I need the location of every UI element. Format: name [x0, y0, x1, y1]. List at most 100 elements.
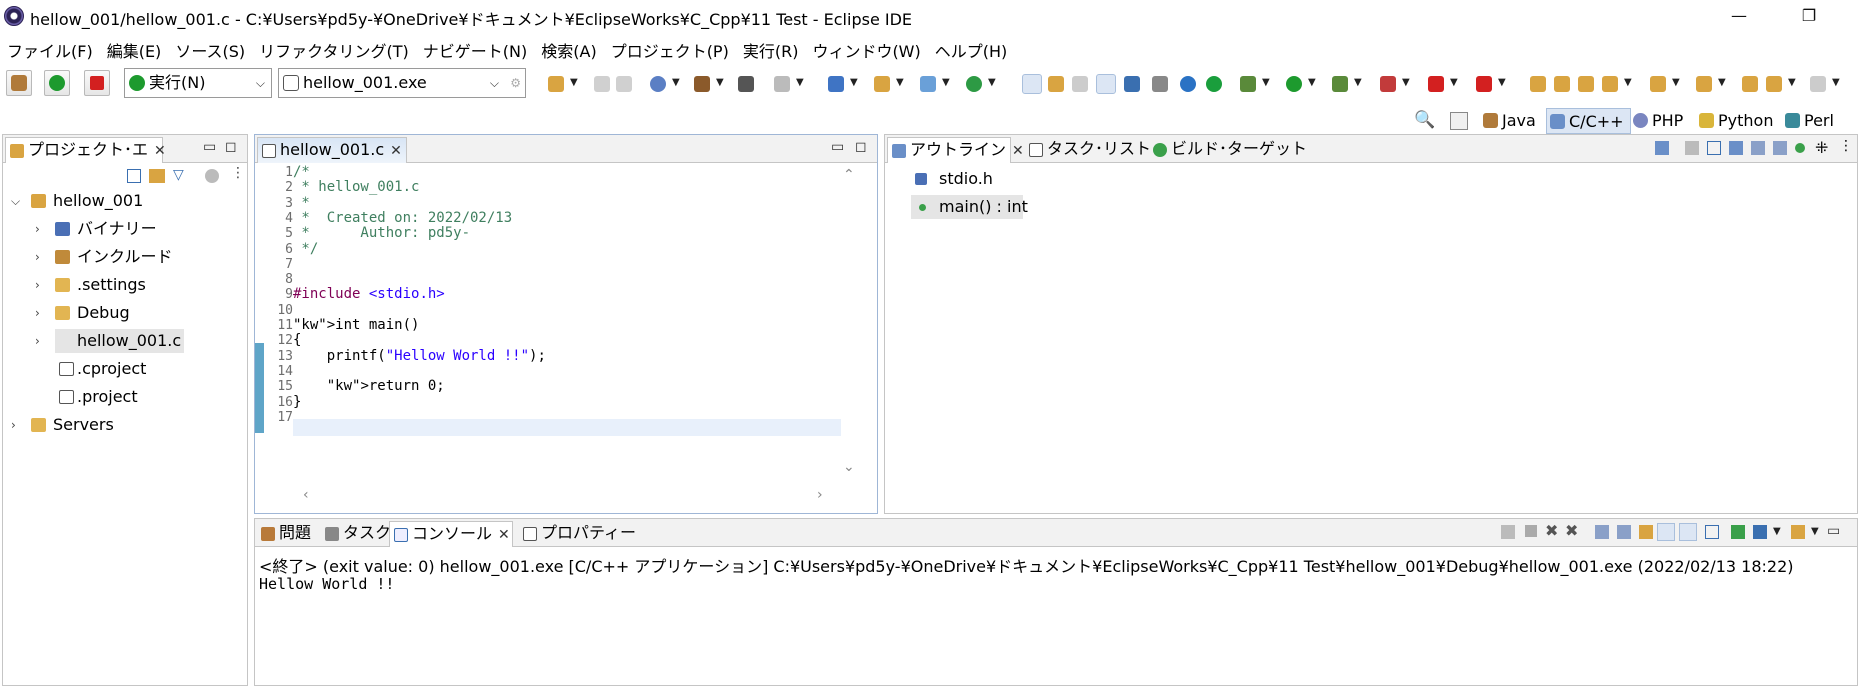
run-launch-button[interactable] [44, 70, 70, 96]
back-icon[interactable] [1766, 76, 1782, 92]
new-icon[interactable] [548, 76, 564, 92]
tree-item-hellow_001-c[interactable]: › hellow_001.c [3, 329, 247, 353]
menu-file[interactable]: ファイル(F) [0, 36, 100, 62]
hide-static-icon[interactable] [1729, 141, 1743, 155]
tab-hellow_001-c[interactable]: hellow_001.c ✕ [257, 137, 407, 163]
perspective-python[interactable]: Python [1696, 108, 1779, 134]
code-editor[interactable]: 1/* 2 * hellow_001.c 3 * 4 * Created on: 20… [255, 163, 877, 513]
remove-all-icon[interactable]: ✖ [1565, 521, 1578, 540]
open-console-icon[interactable] [1753, 525, 1767, 539]
outline-item-stdio[interactable]: stdio.h [885, 167, 1285, 191]
bug-icon[interactable] [1240, 76, 1256, 92]
gear-icon[interactable]: ⚙ [510, 69, 521, 97]
chevron-down-icon[interactable]: ▼ [1354, 77, 1362, 88]
pencil-icon[interactable] [1602, 76, 1618, 92]
chevron-down-icon[interactable]: ▼ [988, 77, 996, 88]
mark-occurrences-icon[interactable] [1022, 74, 1042, 94]
save-all-icon[interactable] [616, 76, 632, 92]
search-icon[interactable]: 🔍 [1414, 110, 1435, 130]
chevron-down-icon[interactable]: ▼ [1402, 77, 1410, 88]
chevron-down-icon[interactable]: ▼ [896, 77, 904, 88]
collapse-all-icon[interactable] [1707, 141, 1721, 155]
new-class-icon[interactable] [920, 76, 936, 92]
scroll-up-icon[interactable]: ⌃ [843, 167, 855, 183]
close-icon[interactable]: ✕ [498, 527, 510, 543]
pin-console-icon[interactable] [1705, 525, 1719, 539]
display-console-icon[interactable] [1731, 525, 1745, 539]
maximize-view-icon[interactable]: ◻ [225, 139, 237, 155]
perspective-java[interactable]: Java [1480, 108, 1542, 134]
coverage-icon[interactable] [1332, 76, 1348, 92]
word-wrap-icon[interactable] [1639, 525, 1653, 539]
chevron-down-icon[interactable]: ▼ [1262, 77, 1270, 88]
chevron-down-icon[interactable]: ▼ [942, 77, 950, 88]
build-all-icon[interactable] [694, 76, 710, 92]
chevron-down-icon[interactable]: ▼ [1498, 77, 1506, 88]
last-edit-icon[interactable] [1742, 76, 1758, 92]
perspective-cpp[interactable]: C/C++ [1546, 108, 1631, 134]
tree-item-servers[interactable]: › Servers [3, 413, 247, 437]
hide-fields-icon[interactable] [1685, 141, 1699, 155]
new-console-icon[interactable] [1791, 525, 1805, 539]
show-whitespace-icon[interactable] [1096, 74, 1116, 94]
chevron-down-icon[interactable]: ▼ [1718, 77, 1726, 88]
new-project-icon[interactable] [828, 76, 844, 92]
tree-item-debug[interactable]: › Debug [3, 301, 247, 325]
menu-window[interactable]: ウィンドウ(W) [805, 36, 927, 62]
perspective-php[interactable]: PHP [1630, 108, 1689, 134]
save-icon[interactable] [594, 76, 610, 92]
run-green-icon[interactable] [1206, 76, 1222, 92]
stop-console-icon[interactable] [1525, 525, 1537, 537]
terminal-icon[interactable] [1124, 76, 1140, 92]
remove-launch-icon[interactable]: ✖ [1545, 521, 1558, 540]
menu-refactor[interactable]: リファクタリング(T) [252, 36, 416, 62]
debug-config-icon[interactable] [650, 76, 666, 92]
tab-properties[interactable]: プロパティー [519, 521, 659, 547]
chevron-down-icon[interactable]: ▼ [716, 77, 724, 88]
tab-build-targets[interactable]: ビルド･ターゲット [1149, 137, 1307, 163]
close-icon[interactable]: ✕ [390, 143, 402, 159]
scroll-left-icon[interactable]: ‹ [303, 487, 309, 503]
launch-config-select[interactable]: hellow_001.exe ⌵ ⚙ [278, 68, 526, 98]
chevron-down-icon[interactable]: ▼ [1773, 526, 1781, 537]
outline-item-main[interactable]: main() : int [911, 195, 1028, 219]
clear-console-icon[interactable] [1595, 525, 1609, 539]
tab-project-explorer[interactable]: プロジェクト･エ ✕ [5, 137, 166, 163]
open-type-icon[interactable] [1554, 76, 1570, 92]
tree-item-binaries[interactable]: › バイナリー [3, 217, 247, 241]
hide-macros-icon[interactable] [1773, 141, 1787, 155]
run-icon[interactable] [1286, 76, 1302, 92]
chevron-down-icon[interactable]: ▼ [672, 77, 680, 88]
maximize-view-icon[interactable]: ◻ [855, 139, 867, 155]
minimize-button[interactable]: — [1716, 2, 1762, 30]
settings-icon[interactable] [1180, 76, 1196, 92]
next-annotation-icon[interactable] [1650, 76, 1666, 92]
scroll-right-icon[interactable]: › [817, 487, 823, 503]
toggle-icon[interactable] [1048, 76, 1064, 92]
terminate-icon[interactable] [1428, 76, 1444, 92]
chevron-down-icon[interactable]: ▼ [850, 77, 858, 88]
new-folder-icon[interactable] [874, 76, 890, 92]
menu-edit[interactable]: 編集(E) [100, 36, 169, 62]
scroll-lock-icon[interactable] [1617, 525, 1631, 539]
menu-source[interactable]: ソース(S) [168, 36, 252, 62]
open-folder-icon[interactable] [1530, 76, 1546, 92]
scroll-down-icon[interactable]: ⌄ [843, 459, 855, 475]
chevron-right-icon[interactable]: › [35, 329, 40, 353]
tree-item-includes[interactable]: › インクルード [3, 245, 247, 269]
chevron-down-icon[interactable]: ▼ [1788, 77, 1796, 88]
menu-search[interactable]: 検索(A) [534, 36, 603, 62]
tree-item-project-file[interactable]: .project [3, 385, 247, 409]
minimize-view-icon[interactable]: ▭ [203, 139, 216, 155]
chevron-down-icon[interactable]: ▼ [1832, 77, 1840, 88]
hide-nonpublic-icon[interactable] [1751, 141, 1765, 155]
more-options-icon[interactable]: ⋮ [231, 165, 245, 181]
tree-item-settings[interactable]: › .settings [3, 273, 247, 297]
more-options-icon[interactable]: ⋮ [1839, 138, 1853, 154]
chevron-right-icon[interactable]: › [11, 413, 16, 437]
tree-item-project-hellow_001[interactable]: ⌵ hellow_001 [3, 189, 247, 213]
link-editor-icon[interactable] [149, 169, 165, 183]
perspective-perl[interactable]: Perl [1782, 108, 1840, 134]
menu-project[interactable]: プロジェクト(P) [604, 36, 736, 62]
close-icon[interactable]: ✕ [154, 143, 166, 159]
